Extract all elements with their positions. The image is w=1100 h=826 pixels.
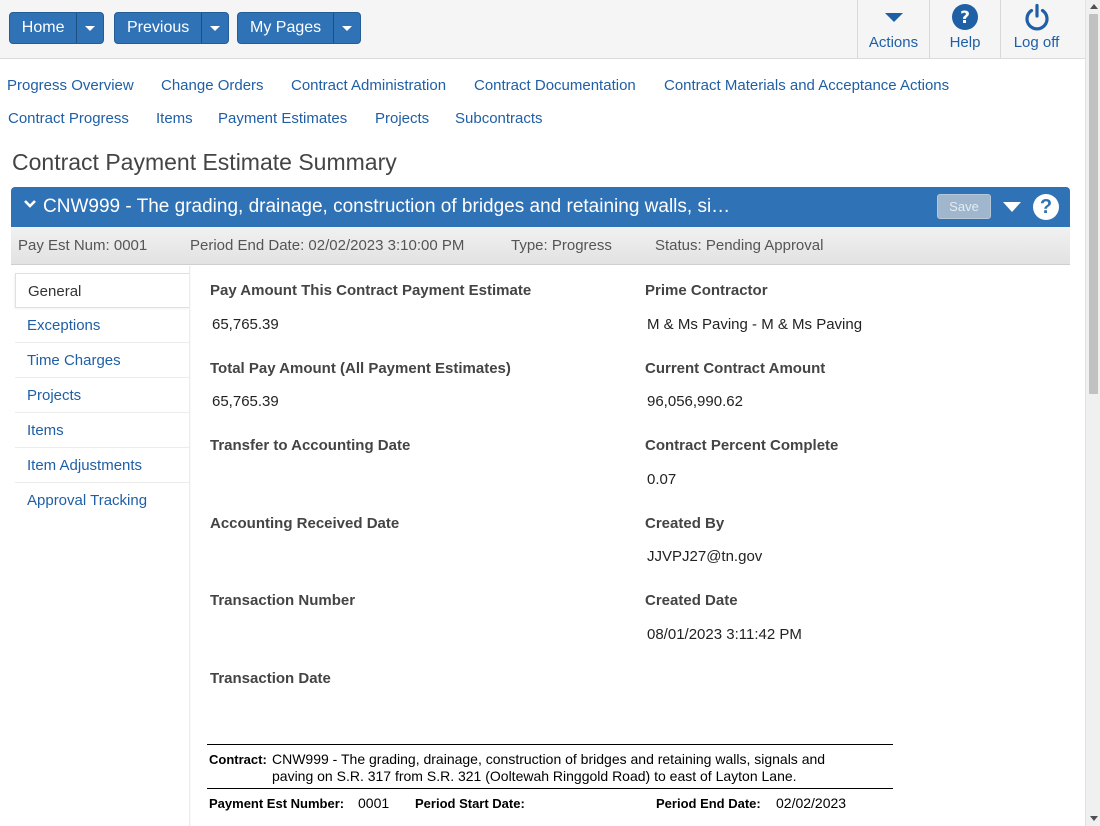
- pay-amount-label: Pay Amount This Contract Payment Estimat…: [210, 282, 532, 299]
- power-icon: [1001, 2, 1072, 32]
- link-progress-overview[interactable]: Progress Overview: [7, 77, 134, 94]
- link-subcontracts[interactable]: Subcontracts: [455, 110, 543, 127]
- link-payment-estimates[interactable]: Payment Estimates: [218, 110, 347, 127]
- link-contract-progress[interactable]: Contract Progress: [8, 110, 129, 127]
- log-off-menu[interactable]: Log off: [1000, 0, 1072, 58]
- created-by-value: JJVPJ27@tn.gov: [647, 548, 763, 565]
- period-end-date: Period End Date: 02/02/2023 3:10:00 PM: [190, 237, 465, 254]
- help-icon: ?: [930, 2, 1000, 32]
- tab-projects[interactable]: Projects: [15, 378, 190, 413]
- transfer-accounting-label: Transfer to Accounting Date: [210, 437, 411, 454]
- created-by-label: Created By: [645, 515, 725, 532]
- scroll-thumb[interactable]: [1089, 14, 1098, 394]
- my-pages-button[interactable]: My Pages: [237, 12, 361, 44]
- top-toolbar: Home Previous My Pages Actions ? Help Lo…: [0, 0, 1085, 59]
- log-off-label: Log off: [1013, 34, 1060, 51]
- report-pay-est-value: 0001: [358, 795, 390, 811]
- transaction-date-label: Transaction Date: [210, 670, 331, 687]
- tab-time-charges[interactable]: Time Charges: [15, 343, 190, 378]
- my-pages-label: My Pages: [250, 19, 322, 36]
- help-menu[interactable]: ? Help: [929, 0, 1000, 58]
- link-contract-documentation[interactable]: Contract Documentation: [474, 77, 636, 94]
- total-pay-value: 65,765.39: [212, 393, 279, 410]
- contract-header-bar[interactable]: CNW999 - The grading, drainage, construc…: [11, 187, 1070, 227]
- report-period-end-label: Period End Date:: [656, 796, 761, 811]
- estimate-type: Type: Progress: [511, 237, 612, 254]
- report-top-rule: [207, 744, 893, 745]
- actions-caret-icon: [858, 2, 929, 32]
- percent-complete-label: Contract Percent Complete: [645, 437, 839, 454]
- page-title: Contract Payment Estimate Summary: [12, 149, 397, 175]
- report-contract-label: Contract:: [209, 752, 267, 767]
- estimate-status: Status: Pending Approval: [655, 237, 824, 254]
- report-period-start-label: Period Start Date:: [415, 796, 525, 811]
- link-contract-administration[interactable]: Contract Administration: [291, 77, 446, 94]
- link-items[interactable]: Items: [156, 110, 193, 127]
- created-date-label: Created Date: [645, 592, 738, 609]
- tab-item-adjustments[interactable]: Item Adjustments: [15, 448, 190, 483]
- accounting-received-label: Accounting Received Date: [210, 515, 400, 532]
- tab-items[interactable]: Items: [15, 413, 190, 448]
- home-label: Home: [21, 19, 65, 36]
- current-contract-value: 96,056,990.62: [647, 393, 743, 410]
- pay-amount-value: 65,765.39: [212, 316, 279, 333]
- report-contract-line1: CNW999 - The grading, drainage, construc…: [272, 751, 826, 767]
- tab-general[interactable]: General: [15, 273, 190, 308]
- svg-text:?: ?: [960, 8, 970, 28]
- scroll-down-arrow-icon[interactable]: [1090, 816, 1098, 821]
- chevron-down-icon[interactable]: [23, 197, 37, 215]
- tab-approval-tracking[interactable]: Approval Tracking: [15, 483, 190, 518]
- help-label: Help: [949, 34, 981, 51]
- save-button[interactable]: Save: [937, 194, 991, 219]
- previous-button[interactable]: Previous: [114, 12, 229, 44]
- content-divider: [189, 266, 191, 826]
- previous-dropdown-caret-icon[interactable]: [201, 13, 228, 43]
- link-projects[interactable]: Projects: [375, 110, 429, 127]
- estimate-info-bar: Pay Est Num: 0001 Period End Date: 02/02…: [11, 227, 1070, 265]
- transaction-number-label: Transaction Number: [210, 592, 356, 609]
- vertical-scrollbar[interactable]: [1085, 0, 1100, 826]
- tab-exceptions[interactable]: Exceptions: [15, 308, 190, 343]
- prime-contractor-label: Prime Contractor: [645, 282, 768, 299]
- contract-title: CNW999 - The grading, drainage, construc…: [43, 196, 731, 217]
- scroll-up-arrow-icon[interactable]: [1090, 4, 1098, 9]
- report-mid-rule: [207, 788, 893, 789]
- menu-caret-icon[interactable]: [1003, 202, 1021, 212]
- total-pay-label: Total Pay Amount (All Payment Estimates): [210, 360, 511, 377]
- my-pages-dropdown-caret-icon[interactable]: [333, 13, 360, 43]
- home-dropdown-caret-icon[interactable]: [76, 13, 103, 43]
- pay-est-num: Pay Est Num: 0001: [18, 237, 148, 254]
- previous-label: Previous: [126, 19, 190, 36]
- help-circle-icon[interactable]: ?: [1033, 194, 1059, 220]
- actions-label: Actions: [868, 34, 919, 51]
- current-contract-label: Current Contract Amount: [645, 360, 826, 377]
- actions-menu[interactable]: Actions: [857, 0, 929, 58]
- percent-complete-value: 0.07: [647, 471, 677, 488]
- prime-contractor-value: M & Ms Paving - M & Ms Paving: [647, 316, 863, 333]
- report-pay-est-label: Payment Est Number:: [209, 796, 345, 811]
- created-date-value: 08/01/2023 3:11:42 PM: [647, 626, 802, 643]
- report-period-end-value: 02/02/2023: [776, 795, 847, 811]
- report-contract-line2: paving on S.R. 317 from S.R. 321 (Ooltew…: [272, 768, 797, 784]
- link-change-orders[interactable]: Change Orders: [161, 77, 264, 94]
- home-button[interactable]: Home: [9, 12, 104, 44]
- link-contract-materials[interactable]: Contract Materials and Acceptance Action…: [664, 77, 949, 94]
